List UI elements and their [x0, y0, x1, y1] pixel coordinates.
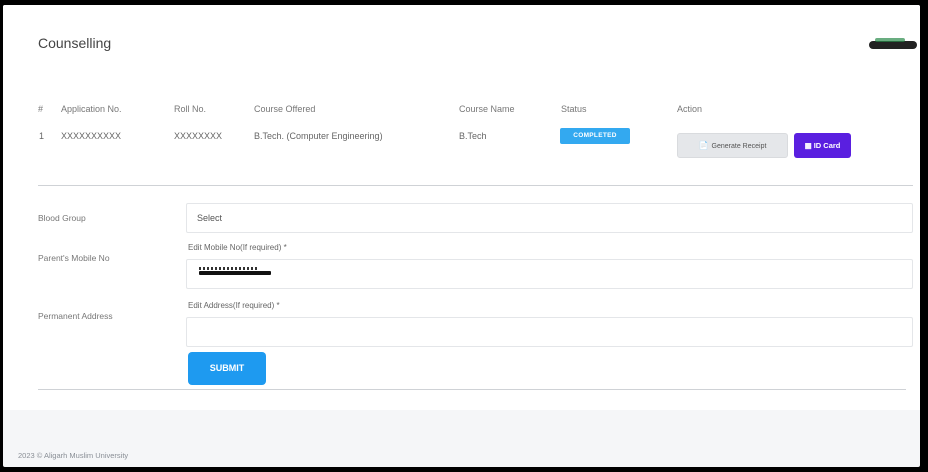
- edit-mobile-hint: Edit Mobile No(If required) *: [188, 243, 287, 252]
- col-header-status: Status: [561, 104, 587, 114]
- mobile-number-input[interactable]: [186, 259, 913, 289]
- id-card-icon: ▦: [804, 141, 812, 150]
- divider: [38, 185, 913, 186]
- submit-button[interactable]: SUBMIT: [188, 352, 266, 385]
- redacted-mobile-number: [199, 267, 271, 275]
- col-header-roll-no: Roll No.: [174, 104, 207, 114]
- blood-group-select[interactable]: Select: [186, 203, 913, 233]
- id-card-label: ID Card: [813, 141, 841, 150]
- course-name-value: B.Tech: [459, 131, 487, 141]
- col-header-action: Action: [677, 104, 703, 114]
- permanent-address-label: Permanent Address: [38, 311, 113, 321]
- generate-receipt-button[interactable]: 📄 Generate Receipt: [677, 133, 788, 158]
- footer-copyright: 2023 © Aligarh Muslim University: [18, 451, 129, 460]
- col-header-course-offered: Course Offered: [254, 104, 316, 114]
- col-header-course-name: Course Name: [459, 104, 515, 114]
- page-title: Counselling: [38, 35, 112, 51]
- application-no-value: XXXXXXXXXX: [61, 131, 122, 141]
- roll-no-value: XXXXXXXX: [174, 131, 223, 141]
- col-header-application-no: Application No.: [61, 104, 122, 114]
- id-card-button[interactable]: ▦ ID Card: [794, 133, 851, 158]
- row-index: 1: [39, 131, 45, 141]
- app-frame: Counselling # Application No. Roll No. C…: [3, 5, 920, 467]
- generate-receipt-label: Generate Receipt: [711, 143, 767, 150]
- edit-address-hint: Edit Address(If required) *: [188, 301, 280, 310]
- address-input[interactable]: [186, 317, 913, 347]
- col-header-index: #: [38, 104, 44, 114]
- counselling-card: Counselling # Application No. Roll No. C…: [3, 5, 920, 410]
- blood-group-label: Blood Group: [38, 213, 86, 223]
- parents-mobile-label: Parent's Mobile No: [38, 253, 110, 263]
- course-offered-value: B.Tech. (Computer Engineering): [254, 131, 383, 141]
- divider: [38, 389, 906, 390]
- redacted-user-menu[interactable]: [869, 38, 917, 49]
- status-badge: COMPLETED: [560, 128, 630, 144]
- receipt-icon: 📄: [698, 141, 709, 150]
